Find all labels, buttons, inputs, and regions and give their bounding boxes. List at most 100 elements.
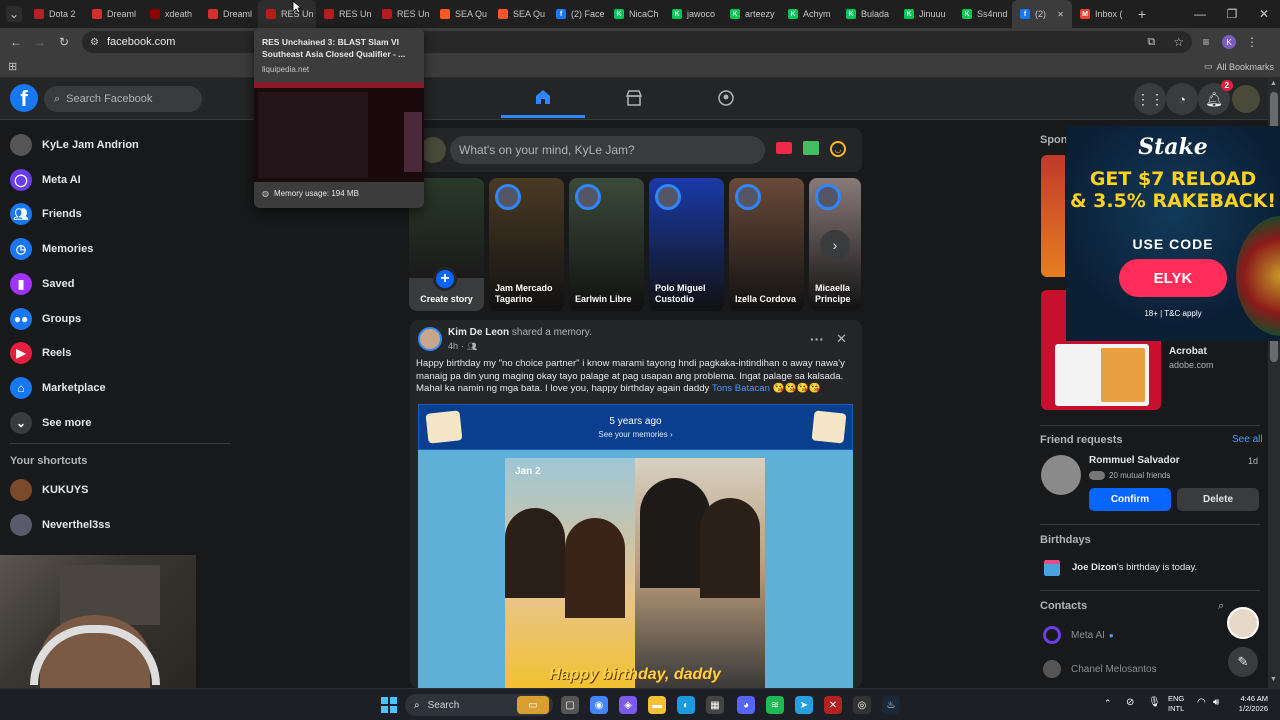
sidebar-item-groups[interactable]: ●● Groups [10, 304, 81, 334]
post-author-avatar[interactable] [418, 327, 442, 351]
profile-avatar[interactable]: K [1222, 35, 1236, 49]
shortcut-item[interactable]: KUKUYS [10, 475, 88, 505]
browser-tab[interactable]: f (2) Face [548, 0, 606, 28]
browser-tab[interactable]: f (2) ✕ [1012, 0, 1072, 28]
sidebar-item-meta-ai[interactable]: ◯ Meta AI [10, 165, 81, 195]
add-story-plus-icon[interactable]: + [433, 267, 457, 291]
sidebar-item-reels[interactable]: ▶ Reels [10, 338, 71, 368]
new-message-button[interactable]: ✎ [1228, 647, 1258, 677]
apps-icon[interactable]: ⊞ [8, 60, 17, 73]
browser-tab[interactable]: Dreaml [84, 0, 142, 28]
browser-tab[interactable]: K Bulada [838, 0, 896, 28]
browser-tab[interactable]: Dota 2 [26, 0, 84, 28]
tray-chevron-icon[interactable]: ⌃ [1104, 698, 1112, 709]
address-bar[interactable]: ⚙ facebook.com ⧉ ☆ [82, 31, 1192, 53]
shortcut-item[interactable]: Neverthel3ss [10, 510, 111, 540]
browser-tab[interactable]: Kjawoco [664, 0, 722, 28]
notifications-button[interactable]: 🔔︎ 2 [1198, 80, 1233, 115]
sidebar-item-memories[interactable]: ◷ Memories [10, 234, 93, 264]
sidebar-item-saved[interactable]: ▮ Saved [10, 269, 74, 299]
see-all-link[interactable]: See all [1232, 434, 1263, 445]
photo-video-icon[interactable] [803, 141, 819, 155]
tray-wifi-icon[interactable]: ◠ [1197, 697, 1206, 708]
birthday-text[interactable]: Joe Dizon's birthday is today. [1072, 562, 1197, 573]
story-card[interactable]: Polo Miguel Custodio [649, 178, 724, 311]
confirm-button[interactable]: Confirm [1089, 488, 1171, 511]
stake-code-button[interactable]: ELYK [1119, 259, 1227, 297]
browser-tab[interactable]: Karteezy [722, 0, 780, 28]
ad-2-title[interactable]: Acrobat [1169, 346, 1207, 357]
chat-head-avatar[interactable] [1227, 607, 1259, 639]
post-close-icon[interactable]: ✕ [836, 331, 847, 347]
facebook-logo[interactable]: f [10, 84, 38, 112]
file-manager-icon[interactable]: ▭ [517, 696, 549, 714]
bookmark-star-icon[interactable]: ☆ [1173, 35, 1184, 49]
nav-groups[interactable] [718, 90, 734, 109]
contact-meta-ai[interactable]: Meta AI ● [1043, 626, 1114, 644]
search-box[interactable]: ⌕ Search Facebook [44, 86, 202, 112]
install-icon[interactable]: ⧉ [1147, 36, 1155, 49]
dota-icon[interactable]: ✕ [824, 696, 842, 714]
browser-tab[interactable]: K Ss4nnd [954, 0, 1012, 28]
browser-tab[interactable]: SEA Qu [432, 0, 490, 28]
telegram-icon[interactable]: ➤ [795, 696, 813, 714]
all-bookmarks[interactable]: ▭ All Bookmarks [1204, 61, 1274, 72]
post-options-icon[interactable]: ··· [810, 331, 824, 347]
back-icon[interactable]: ← [6, 34, 26, 50]
maximize-icon[interactable]: ❐ [1216, 6, 1248, 22]
copilot-icon[interactable]: ◈ [619, 696, 637, 714]
chrome-icon[interactable]: ◉ [590, 696, 608, 714]
browser-tab[interactable]: RES Un [258, 0, 316, 28]
spotify-icon[interactable]: ≋ [766, 696, 784, 714]
tab-close-icon[interactable]: ✕ [1057, 10, 1064, 19]
explorer-icon[interactable]: ▬ [648, 696, 666, 714]
delete-button[interactable]: Delete [1177, 488, 1259, 511]
browser-tab[interactable]: RES Un [316, 0, 374, 28]
browser-tab[interactable]: M Inbox ( [1072, 0, 1130, 28]
browser-tab[interactable]: SEA Qu [490, 0, 548, 28]
messenger-button[interactable]: ◔ [1166, 83, 1198, 115]
memory-banner[interactable]: 5 years ago See your memories › [418, 404, 853, 450]
sidebar-item-friends[interactable]: 👥︎ Friends [10, 199, 82, 229]
scroll-down-icon[interactable]: ▼ [1270, 676, 1277, 683]
edge-icon[interactable]: ◐ [677, 696, 695, 714]
new-tab-icon[interactable]: + [1134, 6, 1150, 22]
tray-volume-icon[interactable]: 🔊︎ [1213, 697, 1219, 708]
nav-marketplace[interactable] [625, 90, 643, 109]
browser-tab[interactable]: Dreaml [200, 0, 258, 28]
memory-photo[interactable]: Jan 2 Happy birthday, daddy [505, 458, 765, 688]
language-indicator[interactable]: ENG INTL [1168, 694, 1184, 714]
tray-network-icon[interactable]: ⊘ [1126, 697, 1134, 708]
composer-input[interactable]: What's on your mind, KyLe Jam? [450, 136, 765, 164]
tab-search-icon[interactable]: ⌄ [6, 6, 22, 22]
nav-home[interactable] [501, 78, 585, 118]
story-card[interactable]: Jam Mercado Tagarino [489, 178, 564, 311]
post-mention[interactable]: Tons Batacan [712, 383, 770, 394]
browser-tab[interactable]: K NicaCh [606, 0, 664, 28]
chrome-menu-icon[interactable]: ⋮ [1244, 34, 1260, 50]
steam-icon[interactable]: ♨ [882, 696, 900, 714]
browser-tab[interactable]: RES Un [374, 0, 432, 28]
story-card[interactable]: Izella Cordova [729, 178, 804, 311]
stake-ad-overlay[interactable]: Stake GET $7 RELOAD & 3.5% RAKEBACK! USE… [1066, 126, 1280, 341]
store-icon[interactable]: ▦ [706, 696, 724, 714]
feeling-icon[interactable]: ◡ [830, 141, 846, 157]
sidebar-item-see-more[interactable]: ⌄ See more [10, 408, 92, 438]
browser-tab[interactable]: K Achym [780, 0, 838, 28]
reload-icon[interactable]: ↻ [54, 34, 74, 50]
task-view-icon[interactable]: ▢ [561, 696, 579, 714]
browser-tab[interactable]: xdeath [142, 0, 200, 28]
start-icon[interactable] [381, 697, 397, 713]
contacts-search-icon[interactable]: ⌕ [1218, 600, 1224, 613]
story-card[interactable]: Earlwin Libre [569, 178, 644, 311]
clock[interactable]: 4:46 AM 1/2/2026 [1232, 694, 1268, 714]
menu-button[interactable]: ⋮⋮ [1134, 83, 1166, 115]
contact-chanel[interactable]: Chanel Melosantos [1043, 660, 1157, 678]
discord-icon[interactable]: ◕ [737, 696, 755, 714]
request-avatar[interactable] [1041, 455, 1081, 495]
account-avatar[interactable] [1232, 85, 1260, 113]
obs-icon[interactable]: ◎ [853, 696, 871, 714]
request-name[interactable]: Rommuel Salvador [1089, 455, 1180, 466]
stories-next-button[interactable]: › [820, 230, 850, 260]
sponsored-ad-1-image[interactable] [1041, 155, 1065, 277]
